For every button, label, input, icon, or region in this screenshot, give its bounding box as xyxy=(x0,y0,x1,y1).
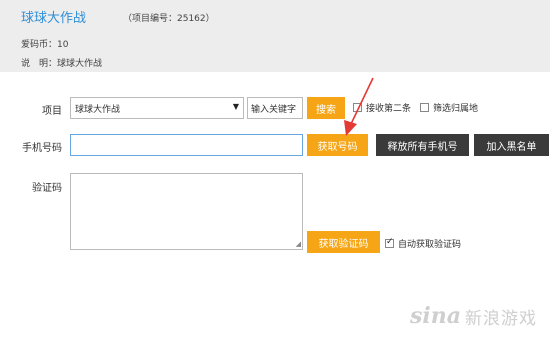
checkbox-checked-icon xyxy=(385,237,394,248)
project-id: （项目编号：25162） xyxy=(123,14,215,24)
phone-input[interactable] xyxy=(70,134,303,156)
resize-handle-icon[interactable]: ◢ xyxy=(296,241,301,248)
project-select[interactable]: 球球大作战 ▼ xyxy=(70,97,244,119)
filter-location-label: 筛选归属地 xyxy=(433,104,479,114)
blacklist-button[interactable]: 加入黑名单 xyxy=(474,134,549,156)
annotation-arrow-icon xyxy=(344,77,374,136)
keyword-input[interactable]: 输入关键字 xyxy=(247,97,303,119)
sina-logo: sina xyxy=(410,303,461,329)
code-label: 验证码 xyxy=(32,183,62,194)
phone-label: 手机号码 xyxy=(22,143,62,154)
project-header: 球球大作战 （项目编号：25162） 爱码币：10 说 明：球球大作战 xyxy=(0,0,550,72)
get-code-button[interactable]: 获取验证码 xyxy=(307,231,380,253)
release-all-button[interactable]: 释放所有手机号 xyxy=(376,134,469,156)
page-title: 球球大作战 xyxy=(21,11,87,26)
auto-get-code-label: 自动获取验证码 xyxy=(398,240,462,250)
project-label: 项目 xyxy=(42,106,62,117)
coin-balance: 爱码币：10 xyxy=(21,40,69,50)
checkbox-icon xyxy=(420,103,429,112)
watermark-text: 新浪游戏 xyxy=(465,308,537,329)
auto-get-code-checkbox[interactable]: 自动获取验证码 xyxy=(385,237,461,250)
project-select-value: 球球大作战 xyxy=(75,105,121,115)
filter-location-checkbox[interactable]: 筛选归属地 xyxy=(420,101,478,114)
caret-down-icon: ▼ xyxy=(232,102,239,111)
code-textarea[interactable]: ◢ xyxy=(70,173,303,250)
project-description: 说 明：球球大作战 xyxy=(21,59,103,69)
sina-watermark: sina 新浪游戏 xyxy=(410,303,537,329)
